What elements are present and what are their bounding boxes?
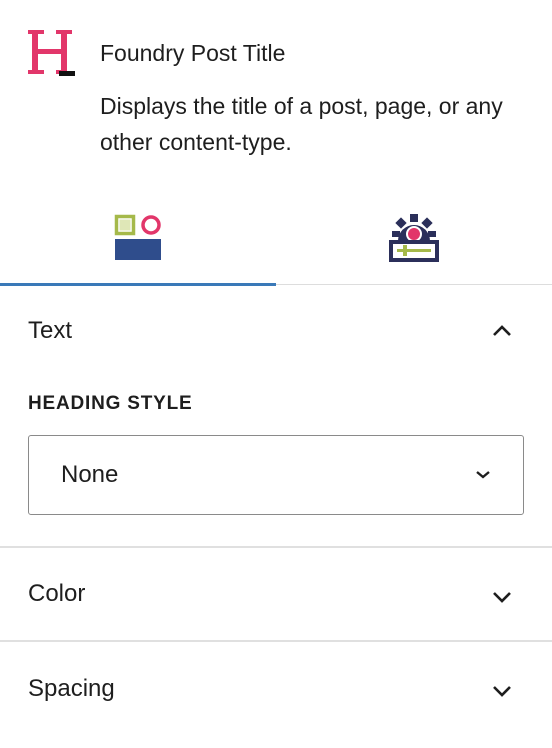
text-panel: Text HEADING STYLE None [0, 285, 552, 548]
styles-icon [114, 214, 161, 260]
heading-style-select[interactable]: None [28, 435, 524, 515]
block-inspector-panel: Foundry Post Title Displays the title of… [0, 0, 552, 748]
block-title: Foundry Post Title [100, 40, 286, 66]
chevron-down-icon [493, 592, 511, 603]
color-panel-toggle[interactable]: Color [0, 548, 552, 642]
heading-style-value: None [61, 461, 119, 488]
inspector-tabs [0, 190, 552, 286]
color-panel-title: Color [28, 580, 86, 607]
color-panel: Color [0, 548, 552, 642]
block-description: Displays the title of a post, page, or a… [100, 93, 503, 155]
text-panel-title: Text [28, 317, 73, 344]
tab-settings[interactable] [276, 190, 552, 285]
spacing-panel: Spacing [0, 642, 552, 748]
spacing-panel-toggle[interactable]: Spacing [0, 642, 552, 736]
settings-gear-icon [389, 213, 439, 262]
spacing-panel-title: Spacing [28, 675, 115, 702]
tab-styles[interactable] [0, 190, 276, 286]
foundry-heading-icon [28, 30, 75, 76]
block-card: Foundry Post Title Displays the title of… [0, 0, 552, 190]
chevron-down-icon [493, 686, 511, 697]
chevron-down-icon [476, 471, 490, 479]
text-panel-toggle[interactable]: Text [0, 285, 552, 379]
heading-style-label: HEADING STYLE [28, 393, 193, 414]
chevron-up-icon [493, 325, 511, 336]
